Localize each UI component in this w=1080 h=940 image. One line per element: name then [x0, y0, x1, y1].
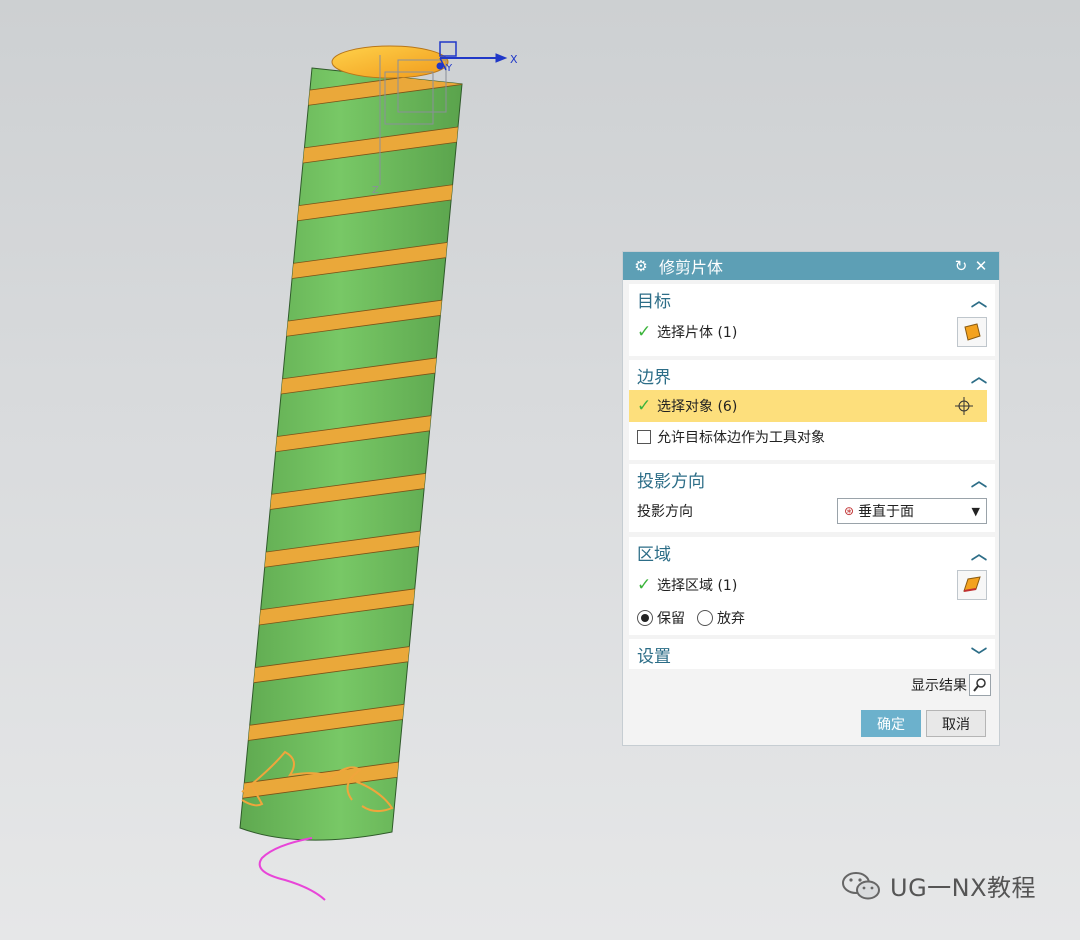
- show-result-row: 显示结果: [911, 674, 991, 696]
- cancel-button[interactable]: 取消: [926, 710, 986, 737]
- chevron-up-icon[interactable]: ︿: [971, 467, 987, 491]
- wechat-icon: [842, 871, 880, 899]
- crosshair-icon: [955, 397, 973, 415]
- dialog-titlebar: ⚙ 修剪片体 ↻ ✕: [623, 252, 999, 280]
- section-target-header[interactable]: 目标 ︿: [629, 284, 995, 314]
- discard-radio[interactable]: [697, 610, 713, 626]
- allow-edge-row[interactable]: 允许目标体边作为工具对象: [629, 422, 995, 452]
- cylinder-top-cap[interactable]: [331, 45, 449, 79]
- dialog-title: 修剪片体: [659, 258, 724, 277]
- section-projection-title: 投影方向: [637, 471, 705, 492]
- show-result-label: 显示结果: [911, 678, 967, 694]
- section-settings: 设置 ﹀: [629, 639, 995, 669]
- reset-icon[interactable]: ↻: [951, 257, 971, 275]
- section-projection-header[interactable]: 投影方向 ︿: [629, 464, 995, 494]
- show-result-button[interactable]: [969, 674, 991, 696]
- allow-edge-label: 允许目标体边作为工具对象: [657, 430, 825, 446]
- target-select-row[interactable]: ✓ 选择片体 (1): [629, 314, 995, 350]
- watermark: UG一NX教程: [840, 868, 1036, 903]
- projection-label: 投影方向: [637, 504, 693, 520]
- section-region-title: 区域: [637, 544, 671, 565]
- section-projection: 投影方向 ︿ 投影方向 ⊛ 垂直于面 ▼: [629, 464, 995, 532]
- boundary-select-row[interactable]: ✓ 选择对象 (6): [629, 390, 987, 422]
- magnifier-icon: [973, 678, 986, 692]
- boundary-select-label: 选择对象 (6): [657, 399, 738, 415]
- section-boundary-header[interactable]: 边界 ︿: [629, 360, 995, 390]
- region-select-label: 选择区域 (1): [657, 578, 738, 594]
- section-settings-title: 设置: [637, 646, 671, 667]
- select-region-button[interactable]: [957, 570, 987, 600]
- chevron-up-icon[interactable]: ︿: [971, 287, 987, 311]
- watermark-text: UG一NX教程: [890, 874, 1037, 902]
- section-settings-header[interactable]: 设置 ﹀: [629, 639, 995, 669]
- keep-label: 保留: [657, 611, 685, 627]
- ok-button[interactable]: 确定: [861, 710, 921, 737]
- section-boundary: 边界 ︿ ✓ 选择对象 (6) 允许目标体边作为工具对象: [629, 360, 995, 460]
- section-target-title: 目标: [637, 291, 671, 312]
- close-icon[interactable]: ✕: [971, 257, 991, 275]
- section-boundary-title: 边界: [637, 367, 671, 388]
- x-axis-label: X: [510, 53, 518, 66]
- normal-to-face-icon: ⊛: [844, 504, 855, 518]
- sheet-icon: [964, 323, 981, 341]
- target-select-label: 选择片体 (1): [657, 325, 738, 341]
- chevron-down-icon[interactable]: ﹀: [971, 642, 987, 666]
- guide-curve[interactable]: [258, 837, 326, 901]
- chevron-down-icon: ▼: [971, 504, 980, 518]
- section-region-header[interactable]: 区域 ︿: [629, 537, 995, 567]
- chevron-up-icon[interactable]: ︿: [971, 540, 987, 564]
- discard-label: 放弃: [717, 611, 745, 627]
- region-icon: [963, 576, 981, 592]
- projection-dropdown[interactable]: ⊛ 垂直于面 ▼: [837, 498, 987, 524]
- y-axis-label: Y: [445, 63, 453, 74]
- section-target: 目标 ︿ ✓ 选择片体 (1): [629, 284, 995, 356]
- checkmark-icon: ✓: [637, 396, 652, 416]
- chevron-up-icon[interactable]: ︿: [971, 363, 987, 387]
- z-axis-label: Z: [372, 185, 379, 196]
- trim-sheet-dialog: ⚙ 修剪片体 ↻ ✕ 目标 ︿ ✓ 选择片体 (1) 边界 ︿ ✓ 选择对象 (…: [622, 251, 1000, 746]
- select-sheet-button[interactable]: [957, 317, 987, 347]
- gear-icon[interactable]: ⚙: [631, 257, 651, 275]
- checkmark-icon: ✓: [637, 322, 652, 342]
- region-mode-row: 保留 放弃: [629, 603, 995, 633]
- section-region: 区域 ︿ ✓ 选择区域 (1) 保留 放弃: [629, 537, 995, 635]
- crosshair-select-button[interactable]: [949, 391, 979, 421]
- allow-edge-checkbox[interactable]: [637, 430, 651, 444]
- checkmark-icon: ✓: [637, 575, 652, 595]
- projection-row: 投影方向 ⊛ 垂直于面 ▼: [629, 494, 995, 528]
- region-select-row[interactable]: ✓ 选择区域 (1): [629, 567, 995, 603]
- projection-dropdown-value: 垂直于面: [858, 504, 915, 520]
- keep-radio[interactable]: [637, 610, 653, 626]
